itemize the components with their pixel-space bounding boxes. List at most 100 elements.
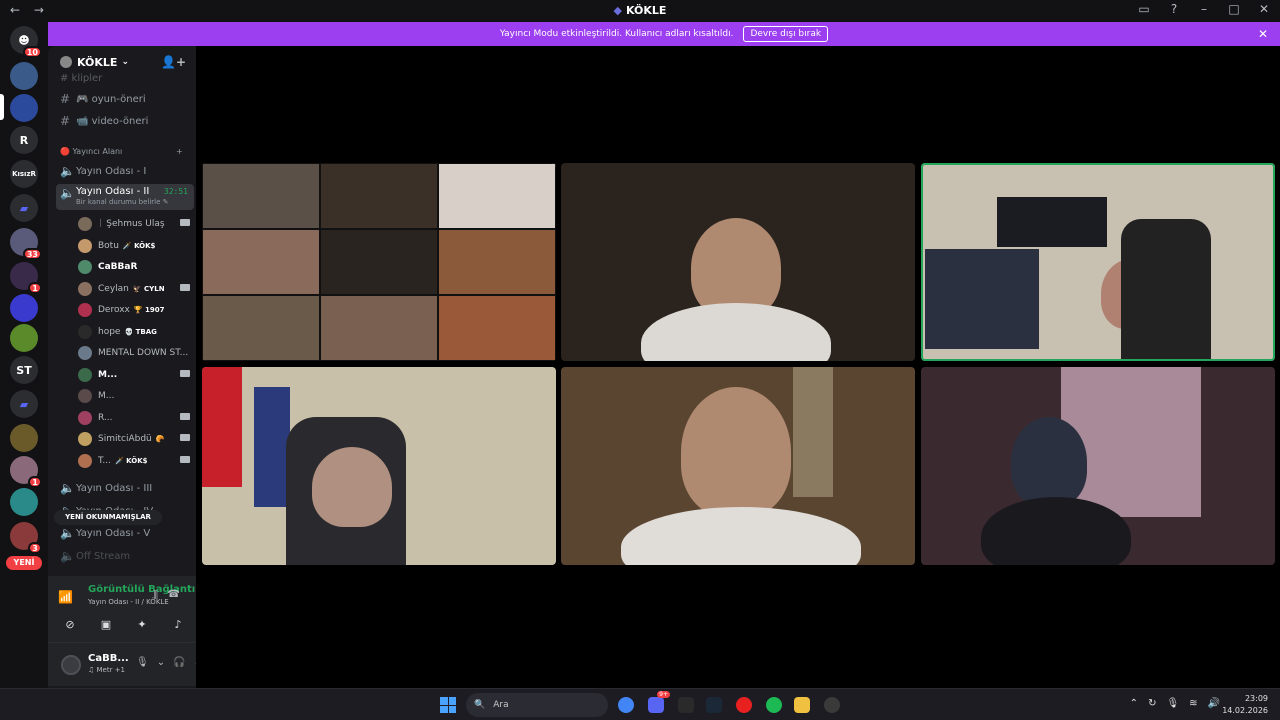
- hangup-icon[interactable]: ☎: [168, 589, 180, 600]
- member-name: Botu: [98, 240, 119, 251]
- voice-channel-active[interactable]: 🔈 Yayın Odası - II 32:51 Bir kanal durum…: [56, 184, 194, 210]
- server-icon-15[interactable]: 3: [10, 522, 42, 554]
- tile-user-2[interactable]: [561, 163, 915, 361]
- server-icon-9[interactable]: [10, 324, 38, 352]
- file-explorer-icon[interactable]: [794, 697, 810, 713]
- obs-icon[interactable]: [824, 697, 840, 713]
- signal-icon[interactable]: 📶: [58, 590, 73, 604]
- member-name: ᛁ Şehmus Ulaş: [98, 219, 165, 229]
- server-rail: ☻ 10 R KısızR ▰ 33 1 ST ▰ 1 3 YENİ: [0, 22, 48, 688]
- banner-text: Yayıncı Modu etkinleştirildi. Kullanıcı …: [499, 29, 734, 39]
- maximize-button[interactable]: □: [1226, 2, 1242, 16]
- channel-partial[interactable]: # klipler: [56, 68, 194, 88]
- voice-member[interactable]: ᛁ Şehmus Ulaş: [78, 214, 192, 234]
- tile-user-5[interactable]: [561, 367, 915, 565]
- server-icon-3[interactable]: R: [10, 126, 38, 154]
- screen-share-icon[interactable]: ▣: [90, 614, 122, 634]
- voice-channel-5[interactable]: 🔈 Yayın Odası - V: [56, 523, 194, 543]
- member-tag: 🗡️ KÖK$: [122, 241, 156, 250]
- server-icon-7[interactable]: 1: [10, 262, 42, 294]
- speaker-icon: 🔈: [60, 186, 75, 200]
- collage-cell: [202, 229, 320, 295]
- dm-badge: 10: [22, 46, 42, 58]
- sync-icon[interactable]: ↻: [1148, 698, 1156, 709]
- member-name: MENTAL DOWN ST...: [98, 348, 189, 358]
- add-channel-icon[interactable]: +: [176, 147, 183, 156]
- voice-channel-off-stream[interactable]: 🔈 Off Stream: [56, 546, 194, 566]
- inbox-icon[interactable]: ▭: [1136, 2, 1152, 16]
- new-unread-badge[interactable]: YENİ: [6, 556, 42, 570]
- close-button[interactable]: ✕: [1256, 2, 1272, 16]
- voice-channel-3[interactable]: 🔈 Yayın Odası - III: [56, 478, 194, 498]
- server-icon-2[interactable]: [10, 94, 38, 122]
- voice-member[interactable]: M...: [78, 365, 192, 385]
- volume-icon[interactable]: 🔊: [1208, 698, 1220, 709]
- speaker-icon: 🔈: [60, 549, 75, 563]
- username[interactable]: CaBB...: [88, 653, 129, 664]
- server-icon-6[interactable]: 33: [10, 228, 42, 260]
- voice-member[interactable]: CaBBaR: [78, 257, 192, 277]
- channel-video-oneri[interactable]: # 📹 video-öneri: [56, 111, 194, 131]
- microphone-icon[interactable]: 🎙: [136, 657, 149, 668]
- tile-user-4[interactable]: [202, 367, 556, 565]
- minimize-button[interactable]: –: [1196, 2, 1212, 16]
- member-name: T...: [98, 455, 112, 466]
- chevron-down-icon[interactable]: ⌄: [157, 657, 165, 668]
- discord-taskbar-icon[interactable]: 9+: [648, 691, 670, 713]
- activities-icon[interactable]: ✦: [126, 614, 158, 634]
- voice-member[interactable]: SimitciAbdü 🥐: [78, 429, 192, 449]
- avatar: [78, 324, 92, 339]
- disable-streamer-mode-button[interactable]: Devre dışı bırak: [743, 26, 829, 42]
- voice-member[interactable]: M...: [78, 386, 192, 406]
- server-icon-1[interactable]: [10, 62, 38, 90]
- flag-red: [202, 367, 242, 487]
- tile-user-6[interactable]: [921, 367, 1275, 565]
- windows-start-icon[interactable]: [440, 697, 456, 713]
- channel-status[interactable]: Bir kanal durumu belirle ✎: [76, 198, 169, 206]
- voice-member[interactable]: MENTAL DOWN ST...: [78, 343, 192, 363]
- chevron-up-icon[interactable]: ⌃: [1130, 698, 1138, 709]
- new-unreads-pill[interactable]: YENİ OKUNMAMIŞLAR: [54, 510, 162, 525]
- steam-icon[interactable]: [706, 697, 722, 713]
- help-icon[interactable]: ?: [1166, 2, 1182, 16]
- voice-member[interactable]: R...: [78, 408, 192, 428]
- member-name: hope: [98, 326, 121, 337]
- channel-oyun-oneri[interactable]: # 🎮 oyun-öneri: [56, 89, 194, 109]
- chrome-icon[interactable]: [618, 697, 634, 713]
- voice-member[interactable]: hope 💀 TBAG: [78, 322, 192, 342]
- voice-member[interactable]: Deroxx 🏆 1907: [78, 300, 192, 320]
- tile-collage[interactable]: [202, 163, 556, 361]
- server-folder-icon[interactable]: ▰: [10, 194, 38, 222]
- server-icon-10[interactable]: ST: [10, 356, 38, 384]
- spotify-icon[interactable]: [766, 697, 782, 713]
- server-icon-12[interactable]: [10, 424, 38, 452]
- taskbar-search[interactable]: 🔍 Ara: [466, 693, 608, 717]
- server-icon-14[interactable]: [10, 488, 38, 516]
- avatar[interactable]: [61, 655, 81, 675]
- waveform-icon[interactable]: ⫼: [153, 590, 158, 601]
- server-folder-icon-2[interactable]: ▰: [10, 390, 38, 418]
- voice-channel-1[interactable]: 🔈 Yayın Odası - I: [56, 161, 194, 181]
- wifi-icon[interactable]: ≋: [1189, 698, 1197, 709]
- server-icon-8[interactable]: [10, 294, 38, 322]
- voice-member[interactable]: Botu 🗡️ KÖK$: [78, 236, 192, 256]
- avatar: [78, 303, 92, 317]
- voice-member[interactable]: T... 🗡️ KÖK$: [78, 451, 192, 471]
- windows-taskbar: 🔍 Ara 9+ ⌃ ↻ 🎙 ≋ 🔊 23:09 14.02.2026: [0, 688, 1280, 720]
- soundboard-icon[interactable]: ♪: [162, 614, 194, 634]
- taskbar-clock[interactable]: 23:09 14.02.2026: [1222, 693, 1268, 717]
- direct-messages-button[interactable]: ☻ 10: [10, 26, 42, 58]
- headphones-icon[interactable]: 🎧: [173, 657, 185, 668]
- avatar: [78, 346, 92, 360]
- server-icon-13[interactable]: 1: [10, 456, 42, 488]
- add-member-icon[interactable]: 👤+: [161, 55, 186, 69]
- banner-close-icon[interactable]: ✕: [1258, 27, 1268, 41]
- epic-games-icon[interactable]: [678, 697, 694, 713]
- voice-member[interactable]: Ceylan 🦅 CYLN: [78, 279, 192, 299]
- category-yayinci-alani[interactable]: 🔴 Yayıncı Alanı +: [60, 147, 183, 156]
- microphone-tray-icon[interactable]: 🎙: [1166, 698, 1179, 709]
- camera-off-icon[interactable]: ⊘: [54, 614, 86, 634]
- server-icon-4[interactable]: KısızR: [10, 160, 38, 188]
- tile-user-3[interactable]: [921, 163, 1275, 361]
- yandex-icon[interactable]: [736, 697, 752, 713]
